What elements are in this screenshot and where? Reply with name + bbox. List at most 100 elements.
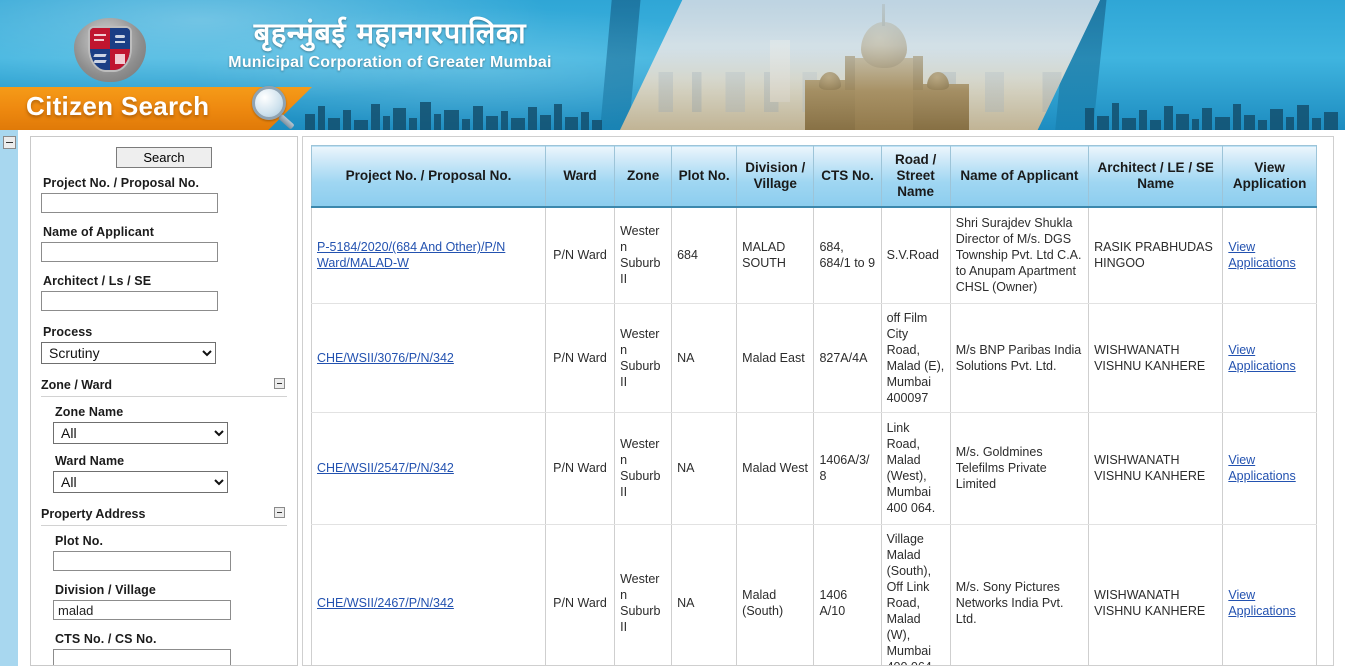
table-row: CHE/WSII/2467/P/N/342 P/N Ward Western S… bbox=[312, 524, 1317, 666]
title-marathi: बृहन्मुंबई महानगरपालिका bbox=[180, 14, 600, 52]
cell-project-no: CHE/WSII/2467/P/N/342 bbox=[312, 524, 546, 666]
project-no-input[interactable] bbox=[41, 193, 218, 213]
view-applications-link[interactable]: View Applications bbox=[1228, 588, 1295, 618]
cell-division-village: MALAD SOUTH bbox=[737, 207, 814, 303]
sidebar-collapse-toggle[interactable] bbox=[3, 136, 16, 149]
results-table-body: P-5184/2020/(684 And Other)/P/N Ward/MAL… bbox=[312, 207, 1317, 666]
cell-cts-no: 1406A/3/8 bbox=[814, 412, 881, 524]
architect-input[interactable] bbox=[41, 291, 218, 311]
cell-zone: Western Suburb II bbox=[615, 412, 672, 524]
citizen-search-label: Citizen Search bbox=[26, 91, 209, 122]
citizen-search-form: Search Project No. / Proposal No. Name o… bbox=[30, 136, 298, 666]
project-no-link[interactable]: CHE/WSII/2467/P/N/342 bbox=[317, 596, 454, 610]
ward-name-select[interactable]: All bbox=[53, 471, 228, 493]
cell-ward: P/N Ward bbox=[545, 207, 614, 303]
cell-division-village: Malad (South) bbox=[737, 524, 814, 666]
column-header-zone[interactable]: Zone bbox=[615, 146, 672, 208]
property-address-group-title: Property Address bbox=[41, 507, 145, 521]
project-no-link[interactable]: CHE/WSII/3076/P/N/342 bbox=[317, 351, 454, 365]
cts-no-input[interactable] bbox=[53, 649, 231, 666]
left-rail bbox=[0, 130, 18, 666]
column-header-cts-no[interactable]: CTS No. bbox=[814, 146, 881, 208]
column-header-road-street-name[interactable]: Road / Street Name bbox=[881, 146, 950, 208]
magnifier-icon bbox=[252, 86, 300, 126]
project-no-link[interactable]: P-5184/2020/(684 And Other)/P/N Ward/MAL… bbox=[317, 240, 505, 270]
cell-zone: Western Suburb II bbox=[615, 207, 672, 303]
cell-view-application: View Applications bbox=[1223, 412, 1317, 524]
plot-no-label: Plot No. bbox=[55, 534, 287, 548]
division-village-label: Division / Village bbox=[55, 583, 287, 597]
results-table-head: Project No. / Proposal No. Ward Zone Plo… bbox=[312, 146, 1317, 208]
emblem-shield bbox=[90, 28, 130, 70]
cell-view-application: View Applications bbox=[1223, 303, 1317, 412]
column-header-project-no[interactable]: Project No. / Proposal No. bbox=[312, 146, 546, 208]
zone-name-select[interactable]: All bbox=[53, 422, 228, 444]
division-village-input[interactable] bbox=[53, 600, 231, 620]
zone-ward-group-header: Zone / Ward bbox=[41, 372, 287, 397]
property-address-collapse-icon[interactable] bbox=[274, 507, 285, 518]
architect-label: Architect / Ls / SE bbox=[43, 274, 287, 288]
table-row: CHE/WSII/3076/P/N/342 P/N Ward Western S… bbox=[312, 303, 1317, 412]
cell-architect: RASIK PRABHUDAS HINGOO bbox=[1089, 207, 1223, 303]
cell-project-no: P-5184/2020/(684 And Other)/P/N Ward/MAL… bbox=[312, 207, 546, 303]
project-no-label: Project No. / Proposal No. bbox=[43, 176, 287, 190]
cell-cts-no: 684, 684/1 to 9 bbox=[814, 207, 881, 303]
cell-project-no: CHE/WSII/3076/P/N/342 bbox=[312, 303, 546, 412]
cell-plot-no: NA bbox=[672, 303, 737, 412]
cell-plot-no: NA bbox=[672, 524, 737, 666]
column-header-name-of-applicant[interactable]: Name of Applicant bbox=[950, 146, 1088, 208]
cell-division-village: Malad West bbox=[737, 412, 814, 524]
property-address-group-header: Property Address bbox=[41, 501, 287, 526]
header-titles: बृहन्मुंबई महानगरपालिका Municipal Corpor… bbox=[180, 14, 600, 74]
property-address-group-body: Plot No. Division / Village CTS No. / CS… bbox=[41, 526, 287, 666]
cell-project-no: CHE/WSII/2547/P/N/342 bbox=[312, 412, 546, 524]
bmc-emblem-logo bbox=[74, 14, 146, 86]
column-header-ward[interactable]: Ward bbox=[545, 146, 614, 208]
cell-ward: P/N Ward bbox=[545, 412, 614, 524]
column-header-division-village[interactable]: Division / Village bbox=[737, 146, 814, 208]
zone-ward-group-body: Zone Name All Ward Name All bbox=[41, 397, 287, 493]
cell-road-street-name: Link Road, Malad (West), Mumbai 400 064. bbox=[881, 412, 950, 524]
cell-plot-no: NA bbox=[672, 412, 737, 524]
cell-name-of-applicant: M/s. Goldmines Telefilms Private Limited bbox=[950, 412, 1088, 524]
view-applications-link[interactable]: View Applications bbox=[1228, 240, 1295, 270]
plot-no-input[interactable] bbox=[53, 551, 231, 571]
cell-architect: WISHWANATH VISHNU KANHERE bbox=[1089, 524, 1223, 666]
column-header-plot-no[interactable]: Plot No. bbox=[672, 146, 737, 208]
search-button-container: Search bbox=[41, 147, 287, 168]
table-header-row: Project No. / Proposal No. Ward Zone Plo… bbox=[312, 146, 1317, 208]
cell-view-application: View Applications bbox=[1223, 207, 1317, 303]
process-label: Process bbox=[43, 325, 287, 339]
cell-cts-no: 827A/4A bbox=[814, 303, 881, 412]
title-english: Municipal Corporation of Greater Mumbai bbox=[180, 52, 600, 74]
cell-plot-no: 684 bbox=[672, 207, 737, 303]
zone-ward-collapse-icon[interactable] bbox=[274, 378, 285, 389]
view-applications-link[interactable]: View Applications bbox=[1228, 453, 1295, 483]
cell-ward: P/N Ward bbox=[545, 303, 614, 412]
cell-name-of-applicant: Shri Surajdev Shukla Director of M/s. DG… bbox=[950, 207, 1088, 303]
cell-zone: Western Suburb II bbox=[615, 303, 672, 412]
table-row: P-5184/2020/(684 And Other)/P/N Ward/MAL… bbox=[312, 207, 1317, 303]
cell-cts-no: 1406 A/10 bbox=[814, 524, 881, 666]
column-header-architect[interactable]: Architect / LE / SE Name bbox=[1089, 146, 1223, 208]
cell-name-of-applicant: M/s. Sony Pictures Networks India Pvt. L… bbox=[950, 524, 1088, 666]
view-applications-link[interactable]: View Applications bbox=[1228, 343, 1295, 373]
cell-road-street-name: Village Malad (South), Off Link Road, Ma… bbox=[881, 524, 950, 666]
search-button[interactable]: Search bbox=[116, 147, 212, 168]
name-of-applicant-label: Name of Applicant bbox=[43, 225, 287, 239]
cell-view-application: View Applications bbox=[1223, 524, 1317, 666]
site-header-banner: बृहन्मुंबई महानगरपालिका Municipal Corpor… bbox=[0, 0, 1345, 130]
project-no-link[interactable]: CHE/WSII/2547/P/N/342 bbox=[317, 461, 454, 475]
page-body: Search Project No. / Proposal No. Name o… bbox=[0, 130, 1345, 666]
process-select[interactable]: Scrutiny bbox=[41, 342, 216, 364]
name-of-applicant-input[interactable] bbox=[41, 242, 218, 262]
cell-road-street-name: off Film City Road, Malad (E), Mumbai 40… bbox=[881, 303, 950, 412]
cts-no-label: CTS No. / CS No. bbox=[55, 632, 287, 646]
search-results-panel: Project No. / Proposal No. Ward Zone Plo… bbox=[302, 136, 1334, 666]
zone-name-label: Zone Name bbox=[55, 405, 287, 419]
cell-road-street-name: S.V.Road bbox=[881, 207, 950, 303]
column-header-view-application[interactable]: View Application bbox=[1223, 146, 1317, 208]
cell-division-village: Malad East bbox=[737, 303, 814, 412]
cell-zone: Western Suburb II bbox=[615, 524, 672, 666]
cell-architect: WISHWANATH VISHNU KANHERE bbox=[1089, 412, 1223, 524]
